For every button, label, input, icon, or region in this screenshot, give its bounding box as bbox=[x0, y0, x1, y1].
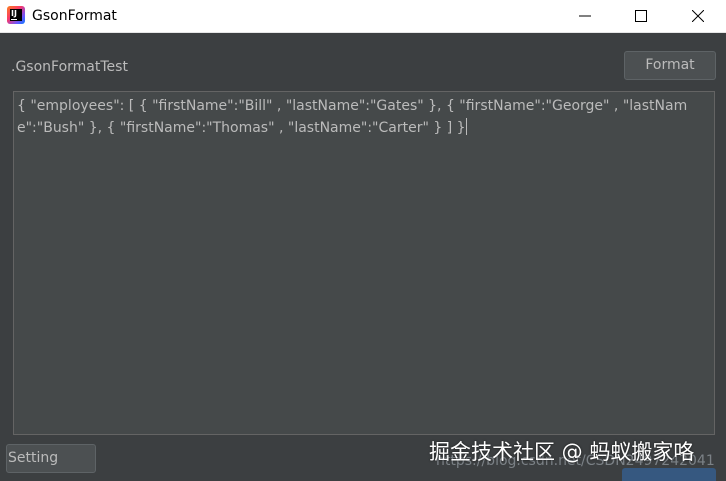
minimize-button[interactable] bbox=[562, 0, 608, 32]
format-button[interactable]: Format bbox=[624, 51, 716, 80]
json-input-area[interactable]: { "employees": [ { "firstName":"Bill" , … bbox=[13, 91, 715, 435]
close-button[interactable] bbox=[675, 0, 721, 32]
close-icon bbox=[692, 10, 704, 22]
intellij-app-icon: IJ bbox=[7, 6, 25, 24]
json-text: { "employees": [ { "firstName":"Bill" , … bbox=[17, 98, 688, 136]
class-name-label: .GsonFormatTest bbox=[11, 59, 128, 75]
text-caret bbox=[465, 118, 467, 135]
maximize-icon bbox=[635, 10, 647, 22]
window-title: GsonFormat bbox=[32, 8, 117, 24]
json-text-content[interactable]: { "employees": [ { "firstName":"Bill" , … bbox=[17, 95, 713, 139]
community-watermark: 掘金技术社区 @ 蚂蚁搬家咯 bbox=[429, 440, 695, 464]
setting-button[interactable]: Setting bbox=[6, 444, 96, 473]
title-bar[interactable]: IJ GsonFormat bbox=[0, 0, 726, 33]
maximize-button[interactable] bbox=[618, 0, 664, 32]
gsonformat-window: IJ GsonFormat .GsonFormatTest Format { "… bbox=[0, 0, 726, 481]
minimize-icon bbox=[579, 15, 591, 17]
